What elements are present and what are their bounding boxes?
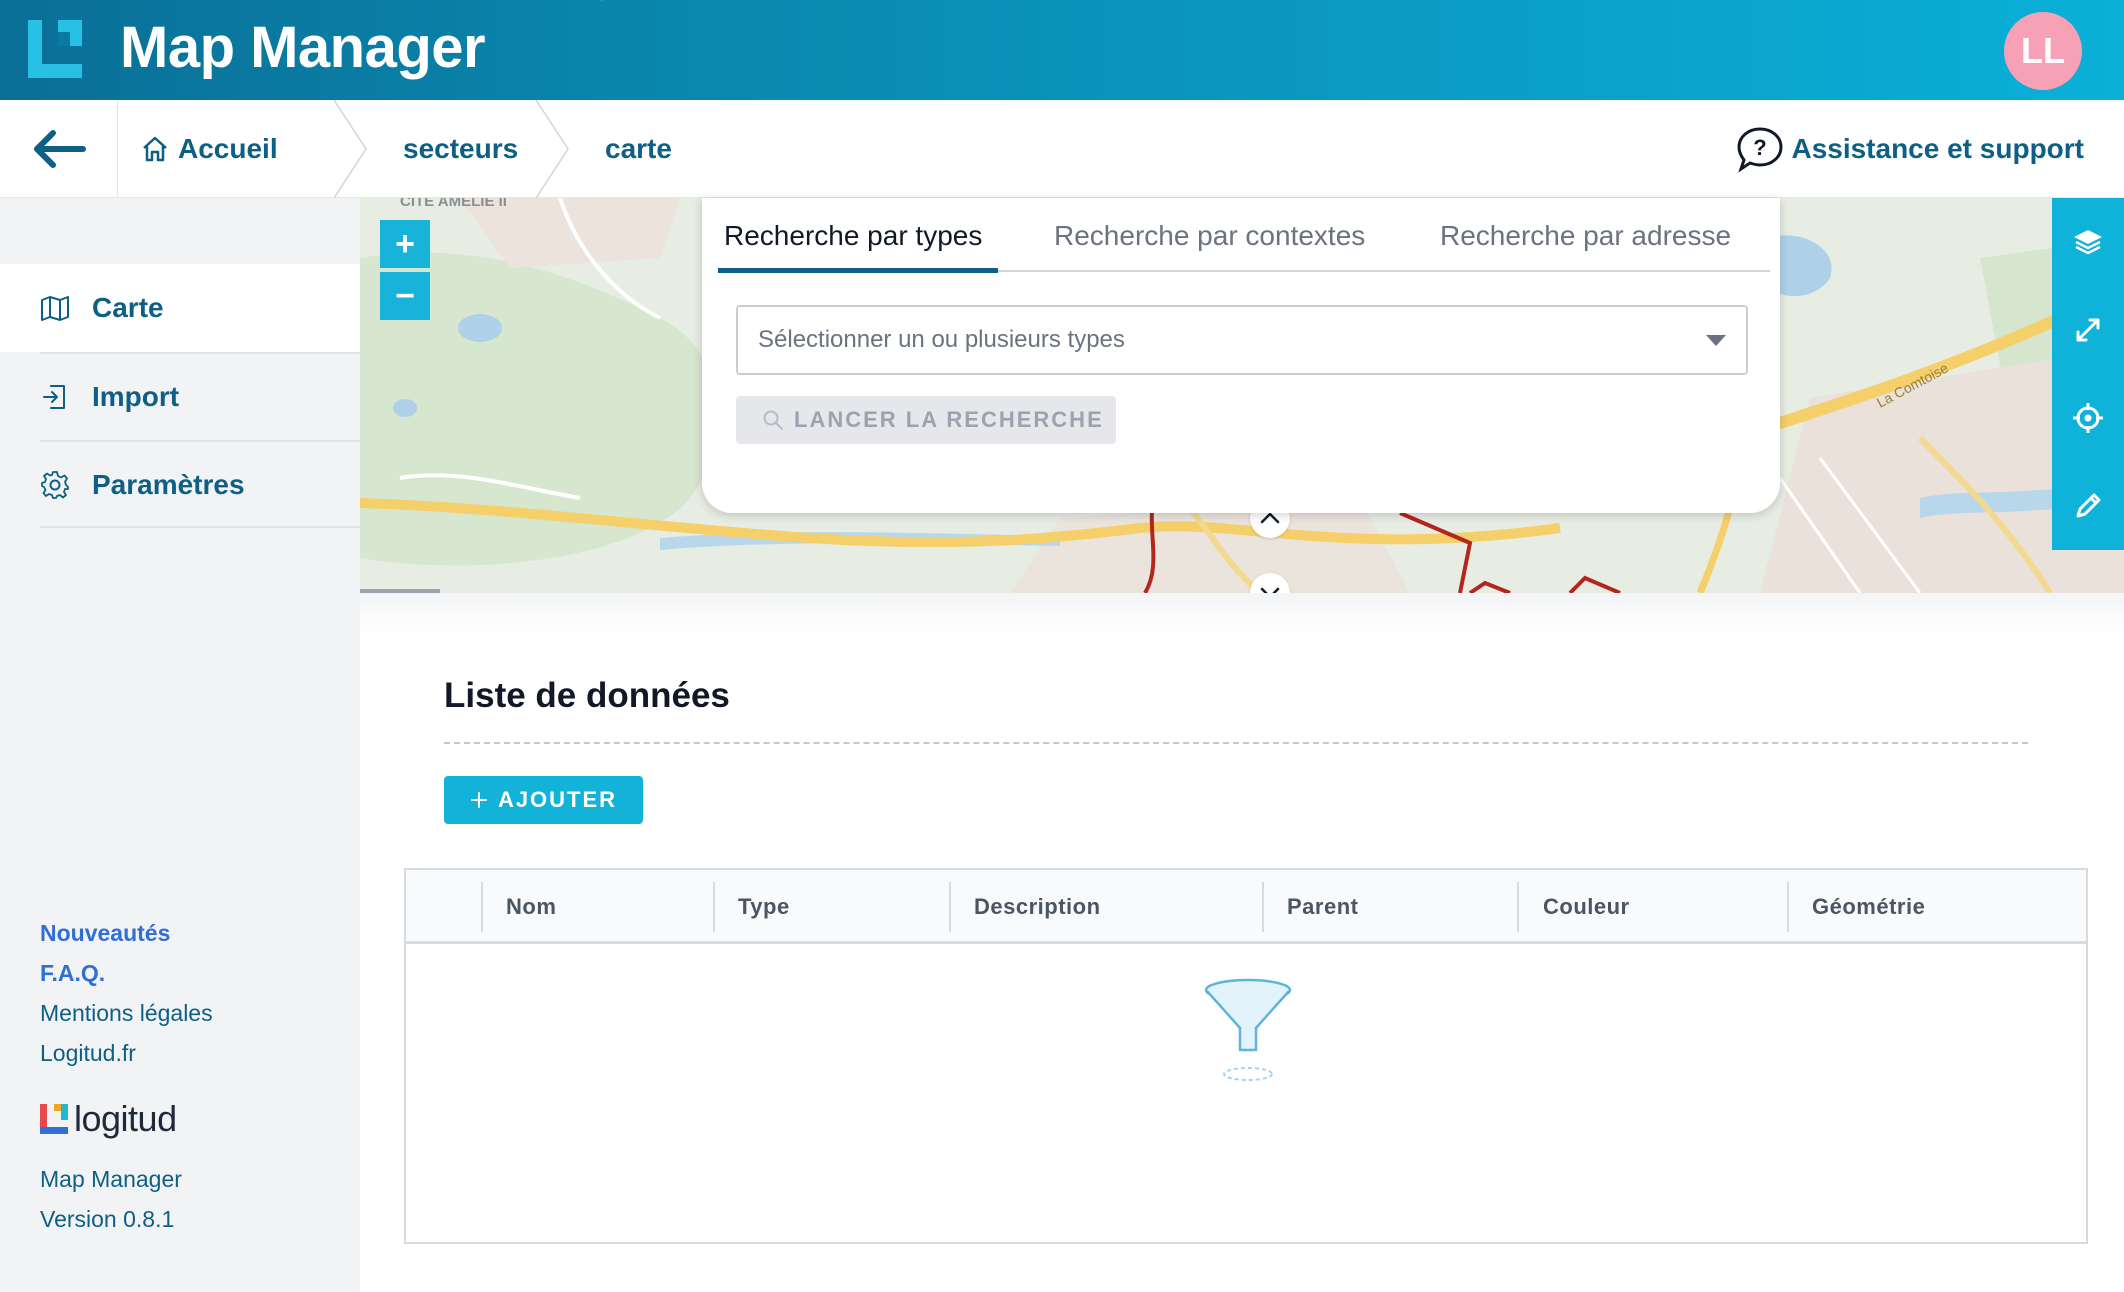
type-select-placeholder: Sélectionner un ou plusieurs types [758, 326, 1125, 353]
table-header: Nom Type Description Parent Couleur Géom… [406, 870, 2086, 944]
column-header-couleur[interactable]: Couleur [1543, 870, 1630, 944]
chevron-up-icon [1260, 512, 1280, 524]
search-icon [763, 410, 783, 430]
arrow-left-icon [33, 130, 86, 168]
crosshair-icon [2073, 403, 2103, 433]
sidebar-item-parametres[interactable]: Paramètres [0, 441, 360, 529]
column-separator [1517, 882, 1519, 932]
sidebar-item-label: Import [92, 381, 180, 412]
tab-recherche-adresse[interactable]: Recherche par adresse [1440, 220, 1731, 252]
app-header: Map Manager LL [0, 0, 2124, 100]
sidebar-divider [40, 526, 360, 528]
breadcrumb-secteurs[interactable]: secteurs [403, 100, 518, 198]
plus-icon [470, 792, 487, 808]
breadcrumb-home-label: Accueil [178, 133, 278, 164]
column-header-description[interactable]: Description [974, 870, 1101, 944]
column-separator [949, 882, 951, 932]
tab-recherche-types[interactable]: Recherche par types [724, 220, 982, 252]
type-select[interactable]: Sélectionner un ou plusieurs types [736, 305, 1748, 375]
link-nouveautes[interactable]: Nouveautés [40, 920, 170, 947]
draw-button[interactable] [2052, 462, 2124, 550]
breadcrumb-separator [535, 100, 569, 198]
chevron-down-icon [1260, 587, 1280, 593]
brand-logo: logitud [40, 1098, 177, 1140]
sidebar: Carte Import Paramètres Nouveautés F.A.Q… [0, 198, 360, 1292]
map-label-cite: CITE AMELIE II [400, 198, 507, 210]
map-icon [41, 296, 69, 321]
app-logo-icon [28, 20, 82, 78]
zoom-out-button[interactable]: − [380, 272, 430, 320]
gear-icon [41, 471, 69, 499]
fullscreen-button[interactable] [2052, 286, 2124, 374]
sidebar-item-label: Paramètres [92, 469, 245, 500]
app-title: Map Manager [120, 15, 486, 80]
support-link[interactable]: ? Assistance et support [1735, 124, 2084, 174]
breadcrumb-carte[interactable]: carte [605, 100, 672, 198]
map-bottom-fade [360, 593, 2124, 633]
column-header-parent[interactable]: Parent [1287, 870, 1358, 944]
column-separator [481, 882, 483, 932]
list-title: Liste de données [444, 676, 730, 715]
link-logitud[interactable]: Logitud.fr [40, 1040, 136, 1067]
help-circle-icon: ? [1737, 127, 1783, 173]
column-separator [1262, 882, 1264, 932]
layers-icon [2074, 230, 2102, 255]
breadcrumb-home[interactable]: Accueil [140, 100, 278, 198]
brand-name: logitud [74, 1098, 177, 1139]
sidebar-item-carte[interactable]: Carte [0, 264, 360, 352]
link-mentions-legales[interactable]: Mentions légales [40, 1000, 213, 1027]
breadcrumb-separator [333, 100, 367, 198]
empty-filter-icon [1204, 978, 1292, 1081]
layers-button[interactable] [2052, 198, 2124, 286]
launch-search-button[interactable]: LANCER LA RECHERCHE [736, 396, 1116, 444]
locate-button[interactable] [2052, 374, 2124, 462]
link-faq[interactable]: F.A.Q. [40, 960, 105, 987]
data-table: Nom Type Description Parent Couleur Géom… [404, 868, 2088, 1244]
app-name-label: Map Manager [40, 1166, 182, 1192]
tab-recherche-contextes[interactable]: Recherche par contextes [1054, 220, 1365, 252]
import-icon [43, 385, 65, 409]
header-chevron-decoration [599, 0, 605, 2]
user-avatar[interactable]: LL [2004, 12, 2082, 90]
active-tab-indicator [718, 268, 998, 273]
zoom-in-button[interactable]: + [380, 220, 430, 268]
version-label: Version 0.8.1 [40, 1206, 175, 1232]
breadcrumb-bar: Accueil secteurs carte ? Assistance et s… [0, 100, 2124, 198]
add-button-label: AJOUTER [497, 787, 618, 812]
search-panel: Recherche par types Recherche par contex… [702, 198, 1780, 513]
back-button[interactable] [0, 100, 118, 198]
sidebar-item-import[interactable]: Import [0, 353, 360, 441]
home-icon [143, 136, 167, 162]
caret-down-icon [1706, 335, 1726, 346]
launch-search-label: LANCER LA RECHERCHE [794, 407, 1104, 432]
svg-text:?: ? [1754, 135, 1767, 160]
expand-icon [2076, 318, 2100, 342]
sidebar-item-label: Carte [92, 292, 164, 323]
column-header-nom[interactable]: Nom [506, 870, 556, 944]
logitud-logo-icon [40, 1104, 68, 1134]
support-label: Assistance et support [1791, 133, 2084, 164]
add-button[interactable]: AJOUTER [444, 776, 643, 824]
list-title-divider [444, 742, 2028, 744]
pencil-icon [2076, 493, 2101, 518]
map-toolbar [2052, 198, 2124, 550]
column-separator [1787, 882, 1789, 932]
column-header-geometrie[interactable]: Géométrie [1812, 870, 1925, 944]
column-separator [713, 882, 715, 932]
column-header-type[interactable]: Type [738, 870, 790, 944]
